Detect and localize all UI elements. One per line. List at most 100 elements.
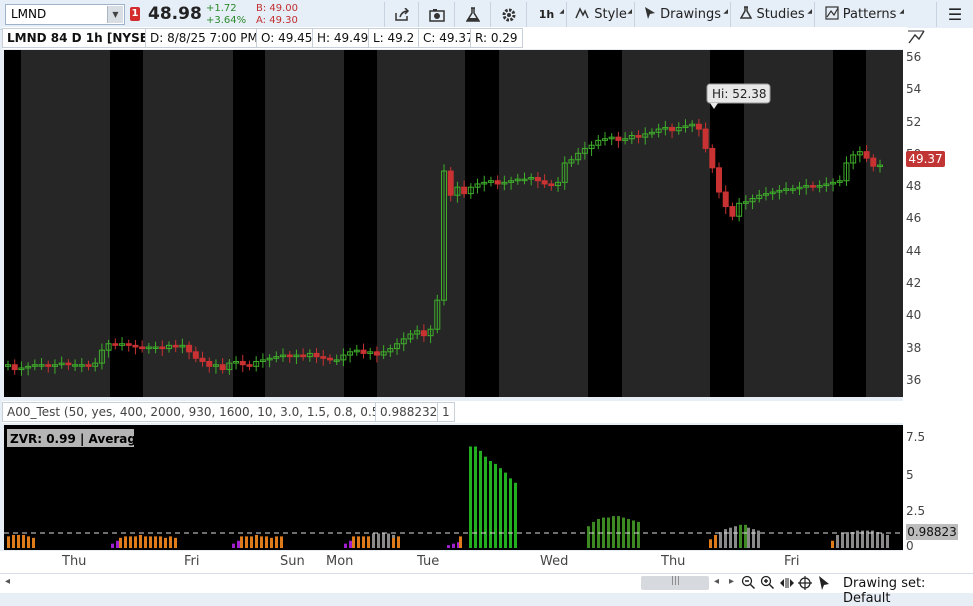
study-bar: [709, 539, 712, 548]
zoom-in-icon[interactable]: [760, 575, 776, 591]
study-bar: [119, 537, 122, 548]
low-value: L: 49.2: [368, 28, 420, 48]
corner-triangle-icon: ◢: [559, 8, 564, 15]
price-tick-label: 46: [906, 211, 922, 226]
study-header: A00_Test (50, yes, 400, 2000, 930, 1600,…: [2, 401, 907, 423]
drawings-button[interactable]: Drawings ◢: [634, 2, 730, 27]
study-bar: [280, 536, 283, 548]
study-bar: [27, 536, 30, 548]
study-bar: [729, 527, 732, 548]
study-bar: [352, 536, 355, 548]
scrollbar-thumb[interactable]: |||: [641, 576, 709, 590]
scroll-left-icon[interactable]: ◂: [5, 576, 10, 587]
candle-down: [286, 354, 293, 358]
range-value: R: 0.29: [470, 28, 523, 48]
axis-expand-icon[interactable]: [907, 29, 927, 45]
study-bar: [739, 524, 742, 548]
study-tick-label: 5: [906, 468, 914, 482]
drawing-set-label[interactable]: Drawing set: Default: [843, 576, 973, 606]
study-bar: [841, 533, 844, 548]
corner-triangle-icon: ◢: [627, 8, 632, 15]
flask-icon: [465, 7, 480, 22]
price-tick-label: 44: [906, 243, 922, 258]
study-bar: [349, 540, 352, 548]
study-bar: [372, 533, 375, 548]
lab-button[interactable]: [454, 2, 490, 27]
study-chart[interactable]: ZVR: 0.99 | Average: [4, 425, 903, 550]
grip-icon: |||: [671, 576, 681, 586]
price-tick-label: 48: [906, 179, 922, 194]
patterns-button[interactable]: Patterns ◢: [814, 2, 906, 27]
crosshair-icon[interactable]: [797, 575, 813, 591]
zoom-out-icon[interactable]: [741, 575, 757, 591]
scroll-right-icon[interactable]: ▸: [729, 576, 734, 587]
study-bar: [139, 534, 142, 548]
study-bar: [397, 536, 400, 548]
study-tick-label: 0: [906, 539, 914, 553]
pan-icon[interactable]: [779, 576, 795, 590]
alert-badge[interactable]: 1: [130, 7, 140, 21]
study-bar: [111, 543, 114, 548]
study-bar: [587, 526, 590, 548]
study-bar: [747, 527, 750, 548]
study-bar: [469, 446, 472, 548]
candle-down: [541, 180, 548, 185]
top-toolbar: LMND ▼ 1 48.98 +1.72 +3.64% B: 49.00 A: …: [0, 0, 973, 30]
candle-down: [548, 183, 555, 187]
scroll-left-icon[interactable]: ◂: [714, 576, 719, 587]
settings-button[interactable]: [490, 2, 526, 27]
study-name[interactable]: A00_Test (50, yes, 400, 2000, 930, 1600,…: [2, 402, 418, 422]
chevron-down-icon[interactable]: ▼: [107, 6, 123, 23]
price-axis[interactable]: [903, 28, 973, 573]
candle-down: [313, 352, 320, 358]
pointer-icon[interactable]: [817, 575, 831, 591]
session-band: [866, 50, 903, 397]
time-label: Fri: [184, 554, 200, 569]
candle-down: [809, 185, 816, 188]
time-label: Thu: [661, 554, 686, 569]
candle-down: [534, 177, 541, 182]
share-button[interactable]: [384, 2, 418, 27]
study-bar: [240, 536, 243, 548]
price-chart[interactable]: Hi: 52.38: [4, 50, 903, 397]
study-bar: [265, 536, 268, 548]
time-label: Mon: [326, 554, 354, 569]
study-bar: [17, 534, 20, 548]
study-tick-label: 2.5: [906, 504, 926, 518]
study-bar: [489, 461, 492, 548]
candle-down: [635, 135, 642, 138]
study-bar: [164, 537, 167, 548]
studies-button[interactable]: Studies ◢: [730, 2, 814, 27]
study-bar: [719, 532, 722, 548]
session-band: [499, 50, 588, 397]
candle-down: [159, 346, 166, 350]
candle-down: [172, 344, 179, 348]
study-bar: [846, 532, 849, 548]
session-band: [622, 50, 710, 397]
study-value: 0.988232: [375, 402, 443, 422]
study-bar: [32, 537, 35, 548]
session-band: [265, 50, 344, 397]
candle-down: [186, 344, 193, 353]
current-price-label: 49.37: [906, 151, 945, 167]
symbol-text: LMND: [11, 7, 47, 21]
time-label: Thu: [62, 554, 87, 569]
percent-change: +3.64%: [206, 15, 247, 26]
drawings-label: Drawings: [660, 7, 721, 22]
candle-down: [65, 362, 72, 366]
snapshot-button[interactable]: [418, 2, 454, 27]
candle-down: [870, 157, 877, 167]
study-bar: [377, 533, 380, 548]
candle-down: [112, 343, 119, 346]
menu-button[interactable]: ☰: [936, 2, 973, 27]
price-tick-label: 54: [906, 82, 922, 97]
bid-price: B: 49.00: [256, 3, 299, 14]
study-bar: [275, 536, 278, 548]
corner-triangle-icon: ◢: [899, 8, 904, 15]
time-axis[interactable]: [0, 551, 905, 573]
symbol-selector[interactable]: LMND ▼: [5, 4, 125, 25]
timeframe-button[interactable]: 1h ◢: [526, 2, 566, 27]
style-button[interactable]: Style ◢: [566, 2, 634, 27]
study-bar: [22, 534, 25, 548]
study-bar: [382, 533, 385, 548]
